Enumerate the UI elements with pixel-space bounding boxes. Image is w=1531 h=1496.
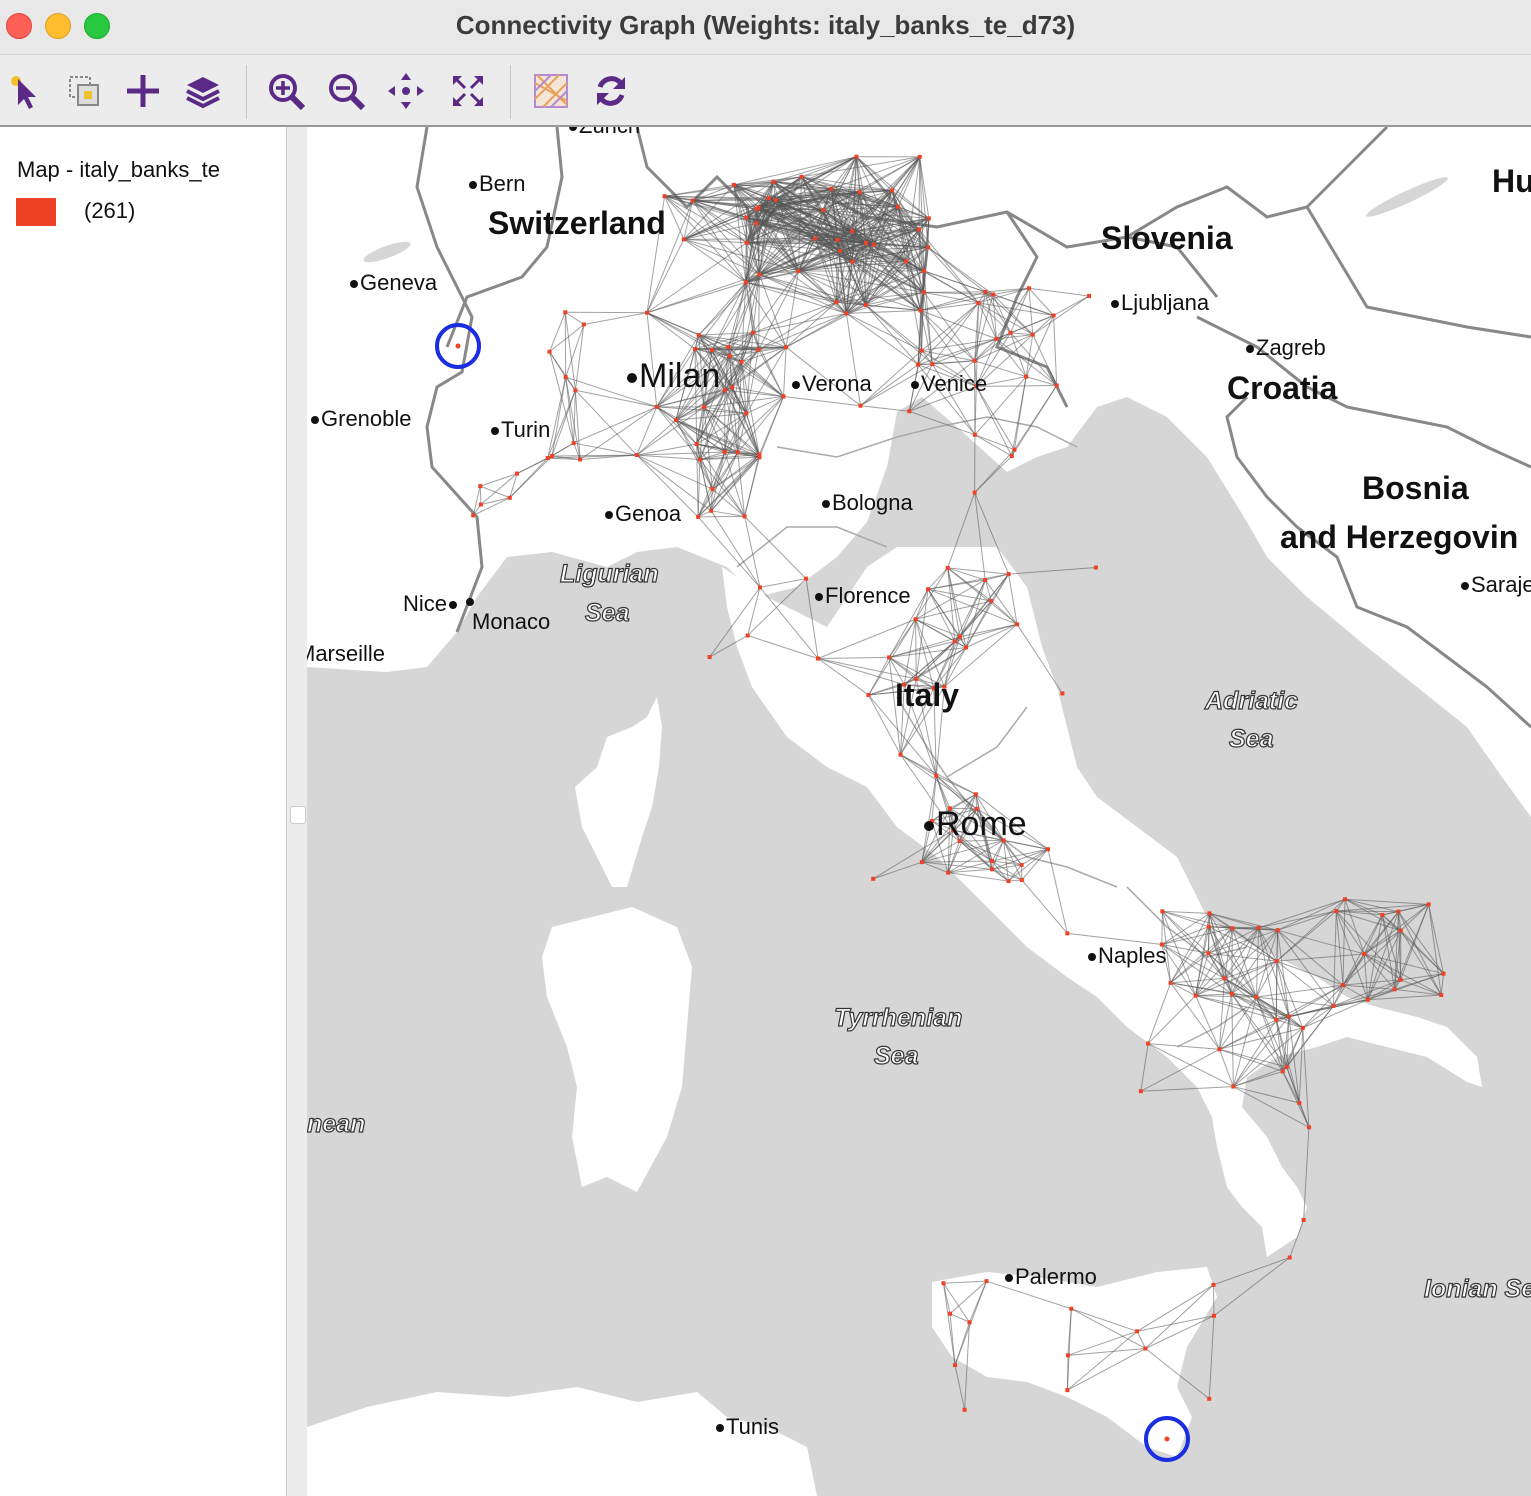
toolbar	[0, 55, 1531, 127]
select-tool-button[interactable]	[4, 69, 48, 113]
window-title: Connectivity Graph (Weights: italy_banks…	[455, 10, 1076, 40]
pan-icon	[388, 73, 424, 109]
isolate-node-north	[455, 343, 461, 349]
layers-icon	[186, 77, 220, 109]
selection-options-button[interactable]	[62, 69, 106, 113]
zoom-in-button[interactable]	[264, 69, 308, 113]
map-canvas[interactable]: Switzerland Slovenia Croatia Bosnia and …	[307, 127, 1531, 1496]
refresh-icon	[597, 76, 625, 106]
basemap-icon	[534, 74, 568, 108]
title-bar: Connectivity Graph (Weights: italy_banks…	[0, 0, 1531, 55]
legend-swatch[interactable]	[16, 198, 56, 226]
isolate-highlights	[435, 323, 1190, 1462]
zoom-out-button[interactable]	[324, 69, 368, 113]
refresh-button[interactable]	[589, 69, 633, 113]
zoom-in-icon	[269, 74, 306, 111]
legend-panel: Map - italy_banks_te (261)	[0, 127, 287, 1496]
layers-button[interactable]	[181, 69, 225, 113]
pointer-icon	[11, 76, 36, 109]
basemap-button[interactable]	[529, 69, 573, 113]
isolate-node-south	[1164, 1436, 1170, 1442]
zoom-out-icon	[329, 74, 366, 111]
add-layer-button[interactable]	[121, 69, 165, 113]
legend-title: Map - italy_banks_te	[17, 157, 220, 182]
legend-count: (261)	[84, 198, 136, 223]
select-options-icon	[69, 76, 99, 106]
full-extent-button[interactable]	[446, 69, 490, 113]
splitter-handle[interactable]	[290, 806, 306, 824]
full-extent-icon	[453, 76, 483, 106]
pan-button[interactable]	[384, 69, 428, 113]
plus-icon	[127, 75, 159, 107]
